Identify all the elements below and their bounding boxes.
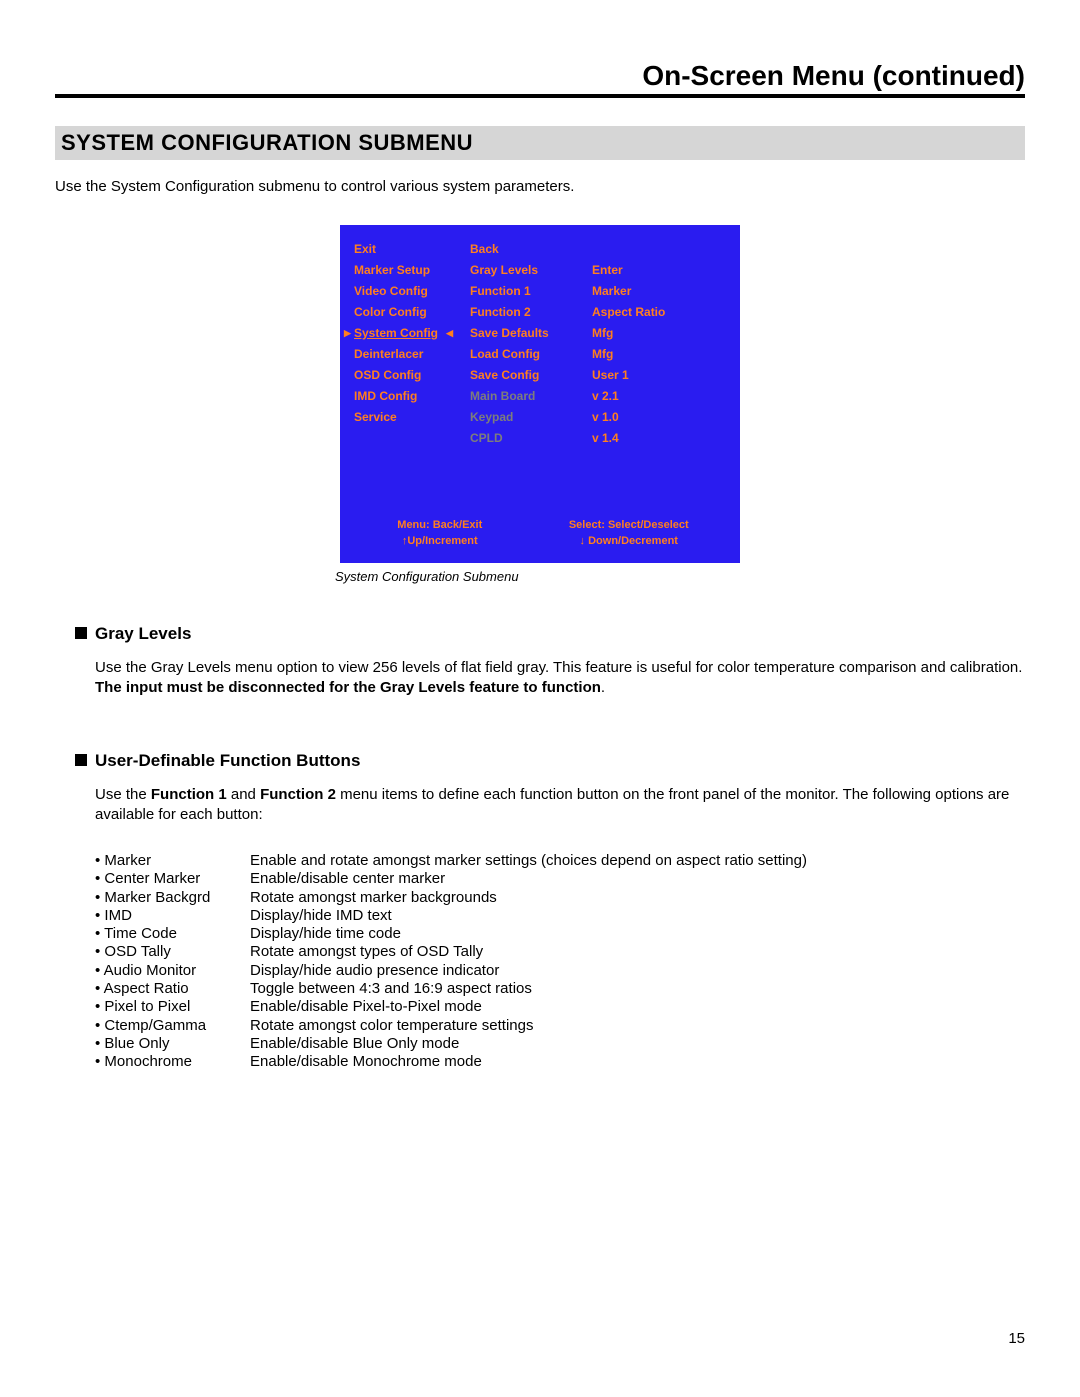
- osd-item: Color Config: [354, 304, 456, 321]
- option-name: Marker: [95, 852, 250, 870]
- option-row: IMDDisplay/hide IMD text: [95, 907, 1025, 925]
- osd-item: Video Config: [354, 283, 456, 300]
- osd-hint-menu: Menu: Back/Exit: [397, 517, 482, 533]
- option-row: Blue OnlyEnable/disable Blue Only mode: [95, 1035, 1025, 1053]
- osd-item: Deinterlacer: [354, 346, 456, 363]
- osd-item: Mfg: [592, 325, 732, 342]
- option-desc: Enable/disable center marker: [250, 870, 1025, 888]
- osd-item: v 2.1: [592, 388, 732, 405]
- osd-item: Load Config: [470, 346, 578, 363]
- osd-item: [592, 241, 732, 258]
- option-name: Center Marker: [95, 870, 250, 888]
- option-desc: Toggle between 4:3 and 16:9 aspect ratio…: [250, 980, 1025, 998]
- option-name: Aspect Ratio: [95, 980, 250, 998]
- osd-hint-select: Select: Select/Deselect: [569, 517, 689, 533]
- option-desc: Rotate amongst marker backgrounds: [250, 889, 1025, 907]
- osd-item: Aspect Ratio: [592, 304, 732, 321]
- osd-column-main: Exit Marker Setup Video Config Color Config…: [354, 241, 456, 447]
- osd-item: Mfg: [592, 346, 732, 363]
- osd-item: Function 1: [470, 283, 578, 300]
- option-desc: Display/hide IMD text: [250, 907, 1025, 925]
- option-row: MarkerEnable and rotate amongst marker s…: [95, 852, 1025, 870]
- option-row: Center MarkerEnable/disable center marke…: [95, 870, 1025, 888]
- osd-item: Marker: [592, 283, 732, 300]
- osd-item: Save Config: [470, 367, 578, 384]
- option-name: Pixel to Pixel: [95, 998, 250, 1016]
- option-name: Blue Only: [95, 1035, 250, 1053]
- osd-item: Gray Levels: [470, 262, 578, 279]
- intro-text: Use the System Configuration submenu to …: [55, 178, 1025, 195]
- option-row: OSD TallyRotate amongst types of OSD Tal…: [95, 943, 1025, 961]
- option-row: MonochromeEnable/disable Monochrome mode: [95, 1053, 1025, 1071]
- osd-hint-down: ↓ Down/Decrement: [569, 533, 689, 549]
- option-name: Marker Backgrd: [95, 889, 250, 907]
- option-name: Monochrome: [95, 1053, 250, 1071]
- osd-item: Main Board: [470, 388, 578, 405]
- osd-item: Marker Setup: [354, 262, 456, 279]
- osd-column-sub: Back Gray Levels Function 1 Function 2 Save …: [470, 241, 578, 447]
- osd-hint-up: ↑Up/Increment: [397, 533, 482, 549]
- function-buttons-heading: User-Definable Function Buttons: [75, 751, 1025, 771]
- square-bullet-icon: [75, 754, 87, 766]
- osd-item: Keypad: [470, 409, 578, 426]
- option-desc: Display/hide audio presence indicator: [250, 962, 1025, 980]
- option-name: IMD: [95, 907, 250, 925]
- osd-footer: Menu: Back/Exit ↑Up/Increment Select: Se…: [354, 517, 732, 549]
- osd-item: OSD Config: [354, 367, 456, 384]
- osd-item: CPLD: [470, 430, 578, 447]
- option-row: Aspect RatioToggle between 4:3 and 16:9 …: [95, 980, 1025, 998]
- osd-item: User 1: [592, 367, 732, 384]
- osd-item: v 1.0: [592, 409, 732, 426]
- square-bullet-icon: [75, 627, 87, 639]
- option-name: Ctemp/Gamma: [95, 1017, 250, 1035]
- osd-column-values: Enter Marker Aspect Ratio Mfg Mfg User 1 v 2.1…: [592, 241, 732, 447]
- option-desc: Enable and rotate amongst marker setting…: [250, 852, 1025, 870]
- gray-levels-heading: Gray Levels: [75, 624, 1025, 644]
- osd-item: Enter: [592, 262, 732, 279]
- section-title: SYSTEM CONFIGURATION SUBMENU: [55, 126, 1025, 160]
- osd-item: IMD Config: [354, 388, 456, 405]
- option-desc: Enable/disable Pixel-to-Pixel mode: [250, 998, 1025, 1016]
- osd-item: System Config: [354, 325, 456, 342]
- osd-item: Function 2: [470, 304, 578, 321]
- osd-screenshot: Exit Marker Setup Video Config Color Config…: [55, 225, 1025, 563]
- osd-panel: Exit Marker Setup Video Config Color Config…: [340, 225, 740, 563]
- osd-item: Service: [354, 409, 456, 426]
- option-desc: Enable/disable Blue Only mode: [250, 1035, 1025, 1053]
- gray-levels-body: Use the Gray Levels menu option to view …: [95, 658, 1025, 697]
- function-options-list: MarkerEnable and rotate amongst marker s…: [95, 852, 1025, 1072]
- osd-caption: System Configuration Submenu: [335, 569, 1025, 584]
- option-name: Time Code: [95, 925, 250, 943]
- option-row: Pixel to PixelEnable/disable Pixel-to-Pi…: [95, 998, 1025, 1016]
- osd-item: v 1.4: [592, 430, 732, 447]
- osd-item: Exit: [354, 241, 456, 258]
- option-desc: Enable/disable Monochrome mode: [250, 1053, 1025, 1071]
- page-number: 15: [1008, 1330, 1025, 1347]
- option-row: Audio MonitorDisplay/hide audio presence…: [95, 962, 1025, 980]
- option-name: OSD Tally: [95, 943, 250, 961]
- function-buttons-body: Use the Function 1 and Function 2 menu i…: [95, 785, 1025, 824]
- option-row: Marker BackgrdRotate amongst marker back…: [95, 889, 1025, 907]
- option-desc: Rotate amongst color temperature setting…: [250, 1017, 1025, 1035]
- option-desc: Display/hide time code: [250, 925, 1025, 943]
- option-row: Time CodeDisplay/hide time code: [95, 925, 1025, 943]
- osd-item: Back: [470, 241, 578, 258]
- osd-item: Save Defaults: [470, 325, 578, 342]
- option-name: Audio Monitor: [95, 962, 250, 980]
- page-header: On-Screen Menu (continued): [55, 60, 1025, 98]
- option-row: Ctemp/GammaRotate amongst color temperat…: [95, 1017, 1025, 1035]
- option-desc: Rotate amongst types of OSD Tally: [250, 943, 1025, 961]
